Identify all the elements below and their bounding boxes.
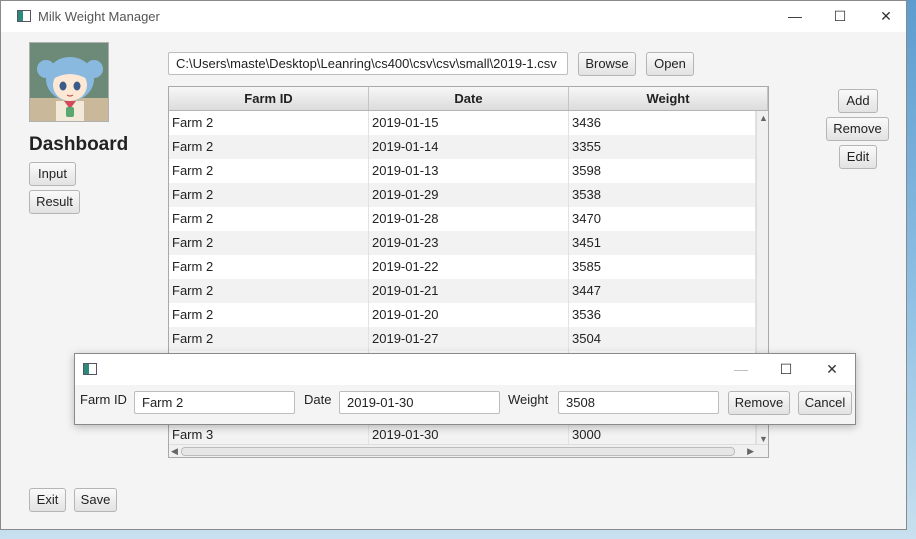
weight-field[interactable]: 3508: [558, 391, 719, 414]
main-window: Milk Weight Manager — ☐ ✕ Dashboard Inpu…: [0, 0, 907, 530]
weight-cell: 3447: [569, 279, 756, 303]
edit-button[interactable]: Edit: [839, 145, 877, 169]
dialog-app-icon: [83, 363, 97, 375]
date-cell: 2019-01-15: [369, 111, 569, 135]
farm-id-cell: Farm 2: [169, 207, 369, 231]
table-row[interactable]: Farm 2 2019-01-23 3451: [169, 231, 756, 255]
horizontal-scrollbar[interactable]: ◀ ▶: [169, 444, 768, 457]
farm-id-label: Farm ID: [80, 392, 127, 407]
close-icon[interactable]: ✕: [863, 5, 909, 27]
dialog-minimize-icon[interactable]: —: [718, 358, 764, 380]
farm-id-cell: Farm 2: [169, 255, 369, 279]
date-cell: 2019-01-13: [369, 159, 569, 183]
scroll-up-icon[interactable]: ▲: [759, 113, 768, 123]
open-button[interactable]: Open: [646, 52, 694, 76]
input-button[interactable]: Input: [29, 162, 76, 186]
edit-record-dialog: — ☐ ✕ Farm ID Farm 2 Date 2019-01-30 Wei…: [74, 353, 856, 425]
table-row[interactable]: Farm 2 2019-01-13 3598: [169, 159, 756, 183]
dialog-close-icon[interactable]: ✕: [809, 358, 855, 380]
app-icon: [17, 10, 31, 22]
weight-cell: 3504: [569, 327, 756, 351]
table-row[interactable]: Farm 2 2019-01-20 3536: [169, 303, 756, 327]
weight-cell: 3585: [569, 255, 756, 279]
save-button[interactable]: Save: [74, 488, 117, 512]
minimize-icon[interactable]: —: [772, 5, 818, 27]
date-cell: 2019-01-14: [369, 135, 569, 159]
column-header-weight[interactable]: Weight: [569, 87, 768, 110]
weight-cell: 3598: [569, 159, 756, 183]
table-row[interactable]: Farm 2 2019-01-15 3436: [169, 111, 756, 135]
date-cell: 2019-01-23: [369, 231, 569, 255]
table-row[interactable]: Farm 2 2019-01-14 3355: [169, 135, 756, 159]
farm-id-cell: Farm 2: [169, 279, 369, 303]
avatar: [29, 42, 109, 122]
table-row[interactable]: Farm 2 2019-01-22 3585: [169, 255, 756, 279]
date-cell: 2019-01-29: [369, 183, 569, 207]
date-cell: 2019-01-21: [369, 279, 569, 303]
table-header: Farm ID Date Weight: [169, 87, 768, 111]
file-path-field[interactable]: C:\Users\maste\Desktop\Leanring\cs400\cs…: [168, 52, 568, 75]
date-cell: 2019-01-28: [369, 207, 569, 231]
farm-id-cell: Farm 2: [169, 135, 369, 159]
weight-cell: 3538: [569, 183, 756, 207]
farm-id-cell: Farm 2: [169, 111, 369, 135]
weight-cell: 3355: [569, 135, 756, 159]
date-field[interactable]: 2019-01-30: [339, 391, 500, 414]
table-row[interactable]: Farm 2 2019-01-27 3504: [169, 327, 756, 351]
window-title: Milk Weight Manager: [38, 9, 160, 24]
table-row[interactable]: Farm 2 2019-01-28 3470: [169, 207, 756, 231]
table-row[interactable]: Farm 2 2019-01-21 3447: [169, 279, 756, 303]
dialog-title-bar: — ☐ ✕: [75, 354, 855, 385]
weight-cell: 3470: [569, 207, 756, 231]
date-cell: 2019-01-20: [369, 303, 569, 327]
column-header-farm-id[interactable]: Farm ID: [169, 87, 369, 110]
maximize-icon[interactable]: ☐: [817, 5, 863, 27]
farm-id-field[interactable]: Farm 2: [134, 391, 295, 414]
exit-button[interactable]: Exit: [29, 488, 66, 512]
scroll-down-icon[interactable]: ▼: [759, 434, 768, 444]
remove-button[interactable]: Remove: [826, 117, 889, 141]
farm-id-cell: Farm 2: [169, 231, 369, 255]
dashboard-title: Dashboard: [29, 134, 129, 155]
dialog-maximize-icon[interactable]: ☐: [763, 358, 809, 380]
weight-label: Weight: [508, 392, 549, 407]
farm-id-cell: Farm 2: [169, 159, 369, 183]
date-label: Date: [304, 392, 332, 407]
column-header-date[interactable]: Date: [369, 87, 569, 110]
table-row[interactable]: Farm 2 2019-01-29 3538: [169, 183, 756, 207]
title-bar: Milk Weight Manager — ☐ ✕: [1, 1, 906, 32]
farm-id-cell: Farm 2: [169, 327, 369, 351]
farm-id-cell: Farm 2: [169, 183, 369, 207]
weight-cell: 3451: [569, 231, 756, 255]
date-cell: 2019-01-22: [369, 255, 569, 279]
horizontal-scroll-thumb[interactable]: [181, 447, 735, 456]
dialog-remove-button[interactable]: Remove: [728, 391, 790, 415]
dialog-cancel-button[interactable]: Cancel: [798, 391, 852, 415]
add-button[interactable]: Add: [838, 89, 878, 113]
farm-id-cell: Farm 2: [169, 303, 369, 327]
scroll-left-icon[interactable]: ◀: [171, 446, 178, 456]
weight-cell: 3536: [569, 303, 756, 327]
date-cell: 2019-01-27: [369, 327, 569, 351]
avatar-image: [30, 43, 108, 121]
browse-button[interactable]: Browse: [578, 52, 636, 76]
result-button[interactable]: Result: [29, 190, 80, 214]
weight-cell: 3436: [569, 111, 756, 135]
scroll-right-icon[interactable]: ▶: [747, 446, 754, 456]
